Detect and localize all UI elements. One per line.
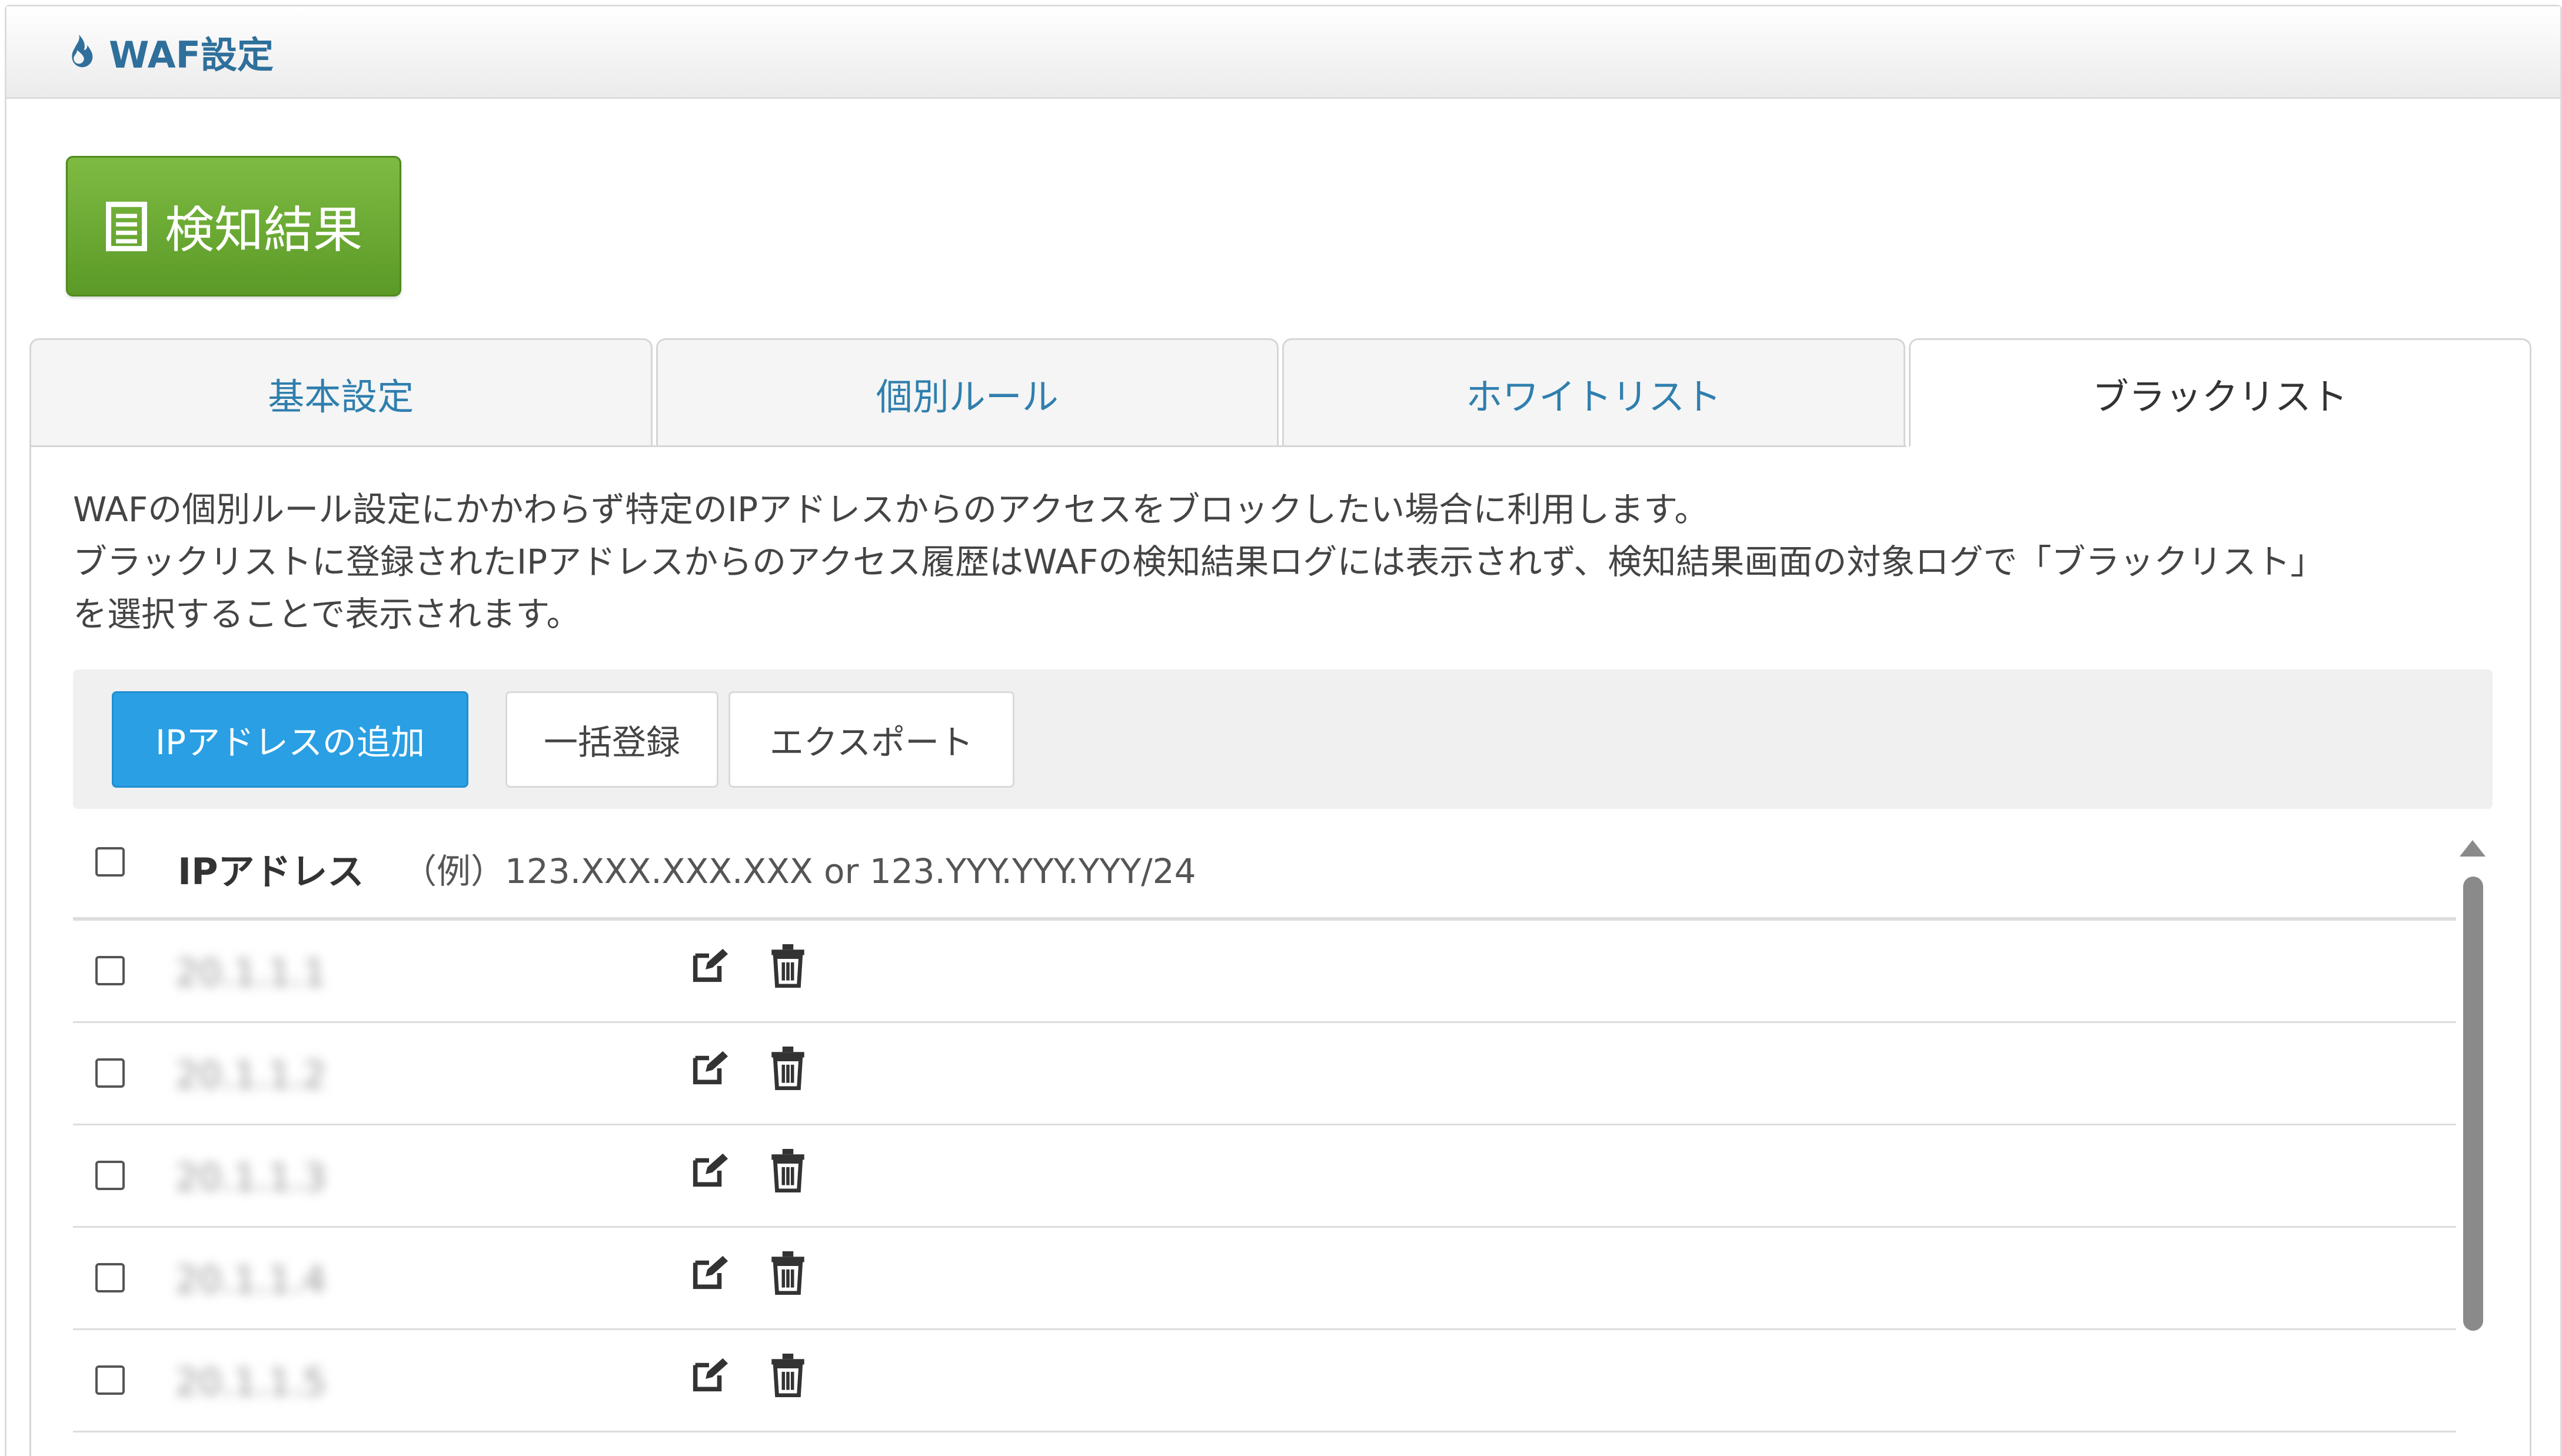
ip-address-value: 20.1.1.3 [175,1156,327,1199]
edit-icon[interactable] [688,1048,730,1089]
select-all-checkbox[interactable] [95,847,125,877]
ip-address-list: IPアドレス （例）123.XXX.XXX.XXX or 123.YYY.YYY… [73,819,2456,1456]
blacklist-description: WAFの個別ルール設定にかかわらず特定のIPアドレスからのアクセスをブロックした… [73,484,2521,641]
description-line-3: を選択することで表示されます。 [73,594,581,634]
action-toolbar: IPアドレスの追加 一括登録 エクスポート [73,669,2493,809]
trash-icon[interactable] [770,1047,806,1090]
scrollbar-thumb[interactable] [2463,877,2483,1331]
table-row: 20.1.1.3 [73,1125,2456,1228]
tab-whitelist[interactable]: ホワイトリスト [1282,338,1905,447]
table-row: 20.1.1.1 [73,921,2456,1023]
row-checkbox[interactable] [95,1161,125,1190]
edit-icon[interactable] [688,945,730,987]
trash-icon[interactable] [770,1251,806,1295]
row-checkbox[interactable] [95,956,125,985]
ip-address-value: 20.1.1.1 [175,951,327,994]
tab-individual-rules[interactable]: 個別ルール [656,338,1279,447]
ip-address-value: 20.1.1.4 [175,1258,327,1301]
description-line-2: ブラックリストに登録されたIPアドレスからのアクセス履歴はWAFの検知結果ログに… [73,542,2325,582]
export-button[interactable]: エクスポート [728,691,1014,788]
detection-results-button[interactable]: 検知結果 [66,156,401,296]
detection-results-label: 検知結果 [164,201,362,259]
list-header: IPアドレス （例）123.XXX.XXX.XXX or 123.YYY.YYY… [73,819,2456,921]
row-checkbox[interactable] [95,1058,125,1088]
scroll-up-arrow[interactable] [2460,840,2486,857]
ip-address-value: 20.1.1.2 [175,1054,327,1097]
flame-icon [72,34,93,68]
row-checkbox[interactable] [95,1263,125,1292]
add-ip-address-button[interactable]: IPアドレスの追加 [112,691,468,788]
tab-basic-settings[interactable]: 基本設定 [29,338,653,447]
bulk-register-button[interactable]: 一括登録 [505,691,718,788]
table-row: 20.1.1.2 [73,1023,2456,1125]
row-checkbox[interactable] [95,1365,125,1395]
edit-icon[interactable] [688,1252,730,1294]
ip-format-hint: （例）123.XXX.XXX.XXX or 123.YYY.YYY.YYY/24 [402,851,1196,891]
trash-icon[interactable] [770,1149,806,1192]
ip-address-value: 20.1.1.5 [175,1361,327,1404]
document-list-icon [106,201,147,251]
settings-tabs: 基本設定 個別ルール ホワイトリスト ブラックリスト [29,338,2531,447]
column-header-ip-address: IPアドレス [178,850,364,893]
page-title: WAF設定 [109,34,274,76]
tab-blacklist[interactable]: ブラックリスト [1908,338,2531,447]
panel-header: WAF設定 [6,6,2560,99]
table-row: 20.1.1.5 [73,1330,2456,1432]
description-line-1: WAFの個別ルール設定にかかわらず特定のIPアドレスからのアクセスをブロックした… [73,489,1709,529]
trash-icon[interactable] [770,1354,806,1397]
table-row: 20.1.1.4 [73,1228,2456,1330]
edit-icon[interactable] [688,1150,730,1191]
edit-icon[interactable] [688,1355,730,1396]
trash-icon[interactable] [770,944,806,988]
